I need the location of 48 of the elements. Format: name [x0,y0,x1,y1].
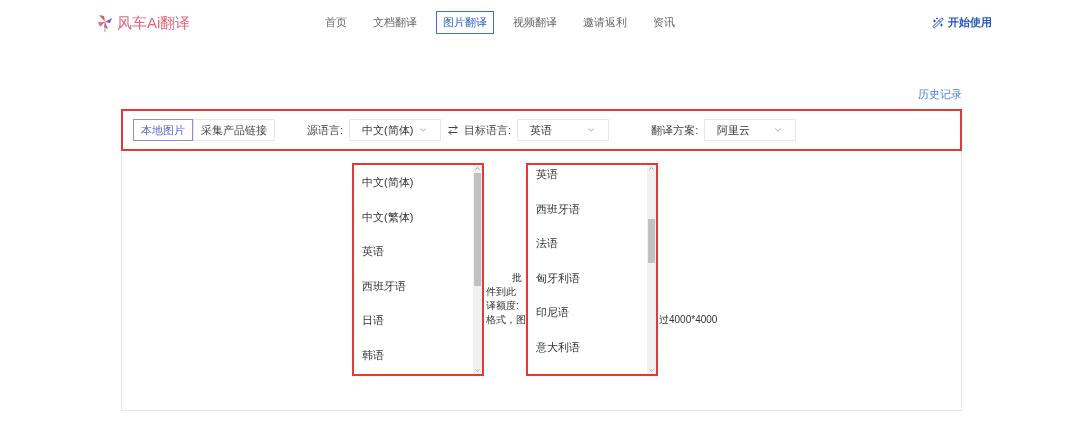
scheme-label: 翻译方案: [651,122,699,138]
history-link[interactable]: 历史记录 [918,86,962,102]
language-option[interactable]: 日语 [362,303,473,338]
scroll-down-icon [648,367,655,374]
language-option[interactable]: 英语 [536,165,647,192]
language-select[interactable]: 中文(简体) [349,119,442,141]
source-tab[interactable]: 采集产品链接 [193,119,275,141]
scrollbar[interactable] [647,165,656,374]
source-tab[interactable]: 本地图片 [133,119,193,141]
scrollbar[interactable] [473,165,482,374]
scrollbar-thumb[interactable] [474,173,481,286]
swap-icon[interactable] [447,124,460,136]
language-option[interactable]: 西班牙语 [536,191,647,226]
target-language-label: 目标语言: [464,122,512,138]
chevron-down-icon [773,125,784,135]
language-option[interactable]: 匈牙利语 [536,260,647,295]
nav-tab[interactable]: 首页 [318,11,355,34]
language-option[interactable]: 法语 [536,226,647,261]
wand-icon [932,16,944,29]
language-option[interactable]: 中文(繁体) [362,199,473,234]
scrollbar-thumb[interactable] [648,219,655,263]
nav-tab[interactable]: 资讯 [646,11,683,34]
nav-tab[interactable]: 视频翻译 [506,11,565,34]
pinwheel-icon [97,13,113,32]
upload-hint-text: 译额度: [486,299,519,313]
upload-hint-text: 过4000*4000 [659,313,718,327]
upload-hint-text: 批 [512,271,523,285]
start-button[interactable]: 开始使用 [932,14,992,31]
language-option[interactable]: 印尼语 [536,295,647,330]
nav-tab[interactable]: 图片翻译 [436,11,495,34]
scroll-up-icon [474,165,481,172]
upload-hint-text: 格式，图 [486,313,526,327]
language-option[interactable]: 中文(简体) [362,165,473,200]
nav-tab[interactable]: 文档翻译 [366,11,425,34]
chevron-down-icon [586,125,597,135]
language-select[interactable]: 英语 [517,119,610,141]
nav-tab[interactable]: 邀请返利 [576,11,635,34]
source-language-label: 源语言: [307,122,344,138]
upload-hint-text: 件到此 [486,285,516,299]
language-option[interactable]: 韩语 [362,337,473,372]
language-option[interactable]: 意大利语 [536,329,647,364]
chevron-down-icon [418,125,429,135]
language-option[interactable]: 西班牙语 [362,268,473,303]
language-option[interactable]: 英语 [362,234,473,269]
scroll-up-icon [648,165,655,172]
language-select[interactable]: 阿里云 [704,119,797,141]
scroll-down-icon [474,367,481,374]
logo-text: 风车Ai翻译 [117,15,191,30]
